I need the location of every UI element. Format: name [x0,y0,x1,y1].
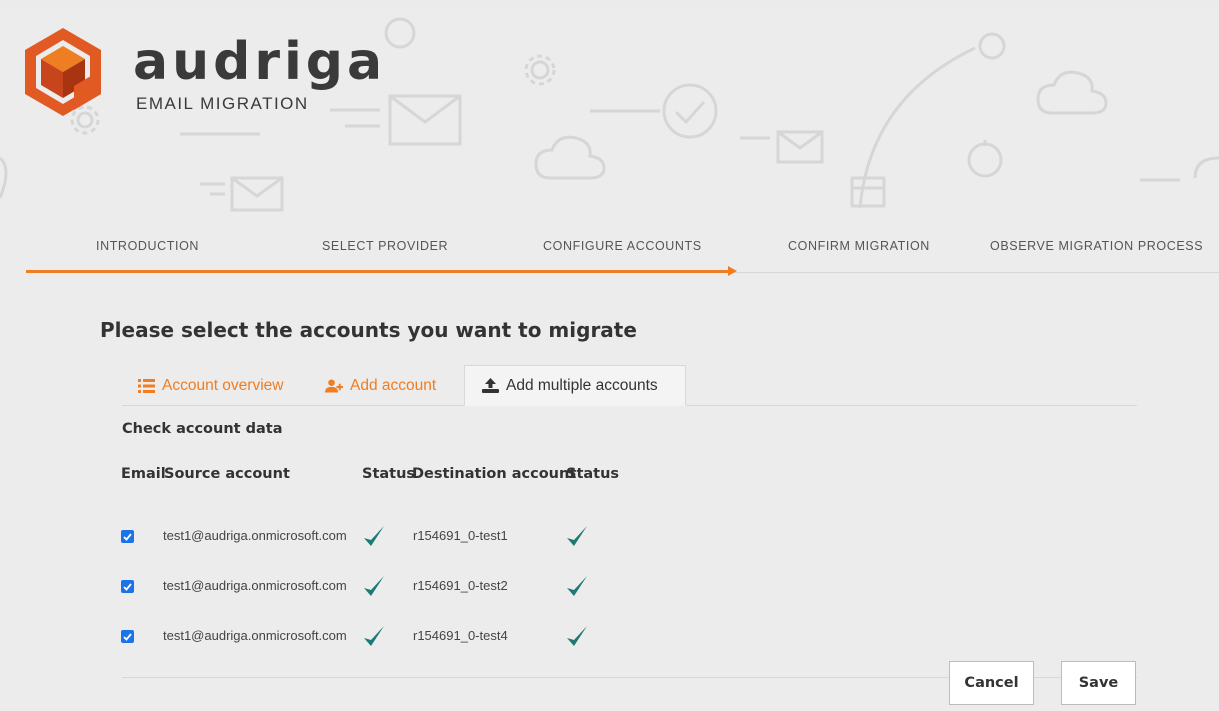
destination-account-cell: r154691_0-test1 [413,528,508,543]
stopwatch-icon [967,140,1003,178]
row-checkbox[interactable] [121,630,134,643]
cloud-icon [1036,70,1108,115]
source-account-cell: test1@audriga.onmicrosoft.com [163,628,347,643]
envelope-icon [776,130,824,164]
row-checkbox[interactable] [121,580,134,593]
envelope-icon [230,176,284,212]
cloud-icon [534,135,606,180]
step-introduction[interactable]: INTRODUCTION [96,239,199,253]
column-header-status: Status [362,466,416,482]
tab-label: Account overview [162,376,284,394]
step-configure-accounts[interactable]: CONFIGURE ACCOUNTS [543,239,702,253]
brand-subtitle: EMAIL MIGRATION [136,94,309,113]
ok-check-icon [567,576,587,596]
audriga-logo [25,28,101,116]
destination-account-cell: r154691_0-test2 [413,578,508,593]
brand-name: audriga [133,32,387,92]
ok-check-icon [364,526,384,546]
save-button[interactable]: Save [1061,661,1136,705]
check-circle-icon [662,83,718,139]
tab-add-multiple-accounts[interactable]: Add multiple accounts [464,365,686,406]
step-confirm-migration[interactable]: CONFIRM MIGRATION [788,239,930,253]
column-header-email: Email [121,466,166,482]
tab-account-overview[interactable]: Account overview [137,365,283,406]
progress-stepper: INTRODUCTION SELECT PROVIDER CONFIGURE A… [0,239,1219,269]
ok-check-icon [364,576,384,596]
source-account-cell: test1@audriga.onmicrosoft.com [163,528,347,543]
gear-icon [524,54,556,86]
table-row: test1@audriga.onmicrosoft.com r154691_0-… [0,571,1219,603]
section-title: Check account data [122,421,283,437]
page-title: Please select the accounts you want to m… [100,318,637,342]
tab-label: Add multiple accounts [506,376,658,394]
envelope-icon [388,94,462,146]
ok-check-icon [567,626,587,646]
cancel-button[interactable]: Cancel [949,661,1034,705]
row-checkbox[interactable] [121,530,134,543]
step-select-provider[interactable]: SELECT PROVIDER [322,239,448,253]
tab-add-account[interactable]: Add account [325,365,436,406]
ok-check-icon [567,526,587,546]
page: audriga EMAIL MIGRATION INTRODUCTION SEL… [0,8,1219,711]
column-header-destination-account: Destination account [412,466,577,482]
progress-arrow-icon [728,266,737,276]
step-observe-migration[interactable]: OBSERVE MIGRATION PROCESS [990,239,1203,253]
source-account-cell: test1@audriga.onmicrosoft.com [163,578,347,593]
table-row: test1@audriga.onmicrosoft.com r154691_0-… [0,621,1219,653]
add-user-icon [325,378,343,394]
upload-icon [481,378,499,394]
list-icon [137,378,155,394]
table-row: test1@audriga.onmicrosoft.com r154691_0-… [0,521,1219,553]
destination-account-cell: r154691_0-test4 [413,628,508,643]
column-header-status-destination: Status [566,466,620,482]
calendar-icon [850,176,886,208]
tab-label: Add account [350,376,437,394]
progress-fill [26,270,730,273]
ok-check-icon [364,626,384,646]
column-header-source-account: Source account [164,466,290,482]
